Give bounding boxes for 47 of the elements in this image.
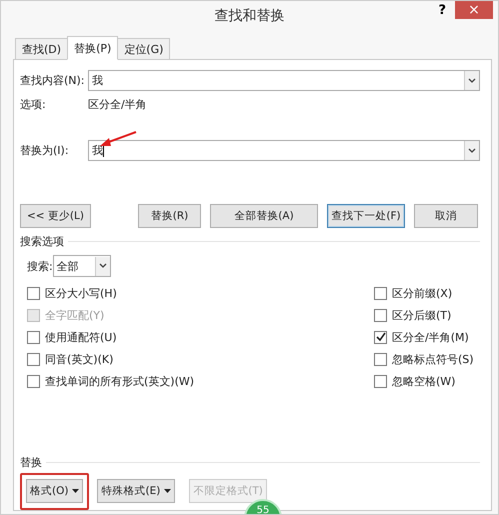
dialog-button[interactable]: 取消 xyxy=(414,204,478,228)
options-label: 选项: xyxy=(20,97,47,112)
checkbox[interactable] xyxy=(374,352,387,366)
less-button[interactable]: << 更少(L) xyxy=(20,204,91,228)
checkbox-label: 区分后缀(T) xyxy=(392,308,452,322)
options-value: 区分全/半角 xyxy=(88,97,147,112)
replace-field[interactable]: 我 xyxy=(88,140,480,161)
tab[interactable]: 替换(P) xyxy=(67,36,118,60)
checkbox[interactable] xyxy=(374,374,387,388)
format-button[interactable]: 特殊格式(E) xyxy=(97,479,176,503)
checkbox-label: 查找单词的所有形式(英文)(W) xyxy=(45,374,194,388)
dialog-button[interactable]: 替换(R) xyxy=(138,204,201,228)
dropdown-triangle-icon xyxy=(164,489,172,493)
search-label: 搜索: xyxy=(27,258,53,274)
checkbox[interactable] xyxy=(27,330,40,344)
checkbox[interactable] xyxy=(27,286,40,300)
checkbox-label: 全字匹配(Y) xyxy=(45,308,104,322)
section-heading: 替换 xyxy=(20,455,42,470)
help-button[interactable]: ? xyxy=(434,3,450,18)
field-label: 替换为(I): xyxy=(20,143,70,158)
tab[interactable]: 定位(G) xyxy=(117,38,170,59)
checkbox[interactable] xyxy=(374,330,387,344)
section-heading: 搜索选项 xyxy=(20,234,64,249)
close-button[interactable]: × xyxy=(455,1,493,19)
dialog-button[interactable]: 查找下一处(F) xyxy=(327,204,405,228)
checkbox[interactable] xyxy=(374,308,387,322)
checkbox-label: 忽略标点符号(S) xyxy=(392,352,474,366)
tab[interactable]: 查找(D) xyxy=(15,38,68,59)
checkbox-label: 区分前缀(X) xyxy=(392,286,452,300)
checkbox-label: 忽略空格(W) xyxy=(392,374,456,388)
checkbox[interactable] xyxy=(27,352,40,366)
checkbox-label: 使用通配符(U) xyxy=(45,330,117,344)
dropdown-triangle-icon xyxy=(72,489,80,493)
dialog-button[interactable]: 全部替换(A) xyxy=(210,204,318,228)
search-dropdown[interactable]: 全部 xyxy=(52,255,111,277)
checkbox-label: 区分全/半角(M) xyxy=(392,330,469,344)
field-label: 查找内容(N): xyxy=(20,73,86,88)
find-field[interactable]: 我 xyxy=(88,70,480,91)
checkbox-label: 同音(英文)(K) xyxy=(45,352,114,366)
chevron-down-icon xyxy=(468,78,476,84)
checkbox[interactable] xyxy=(27,374,40,388)
checkbox[interactable] xyxy=(374,286,387,300)
checkbox-label: 区分大小写(H) xyxy=(45,286,117,300)
window-title: 查找和替换 xyxy=(214,7,284,25)
chevron-down-icon xyxy=(98,263,107,269)
format-button[interactable]: 格式(O) xyxy=(26,479,84,503)
chevron-down-icon xyxy=(468,148,476,154)
